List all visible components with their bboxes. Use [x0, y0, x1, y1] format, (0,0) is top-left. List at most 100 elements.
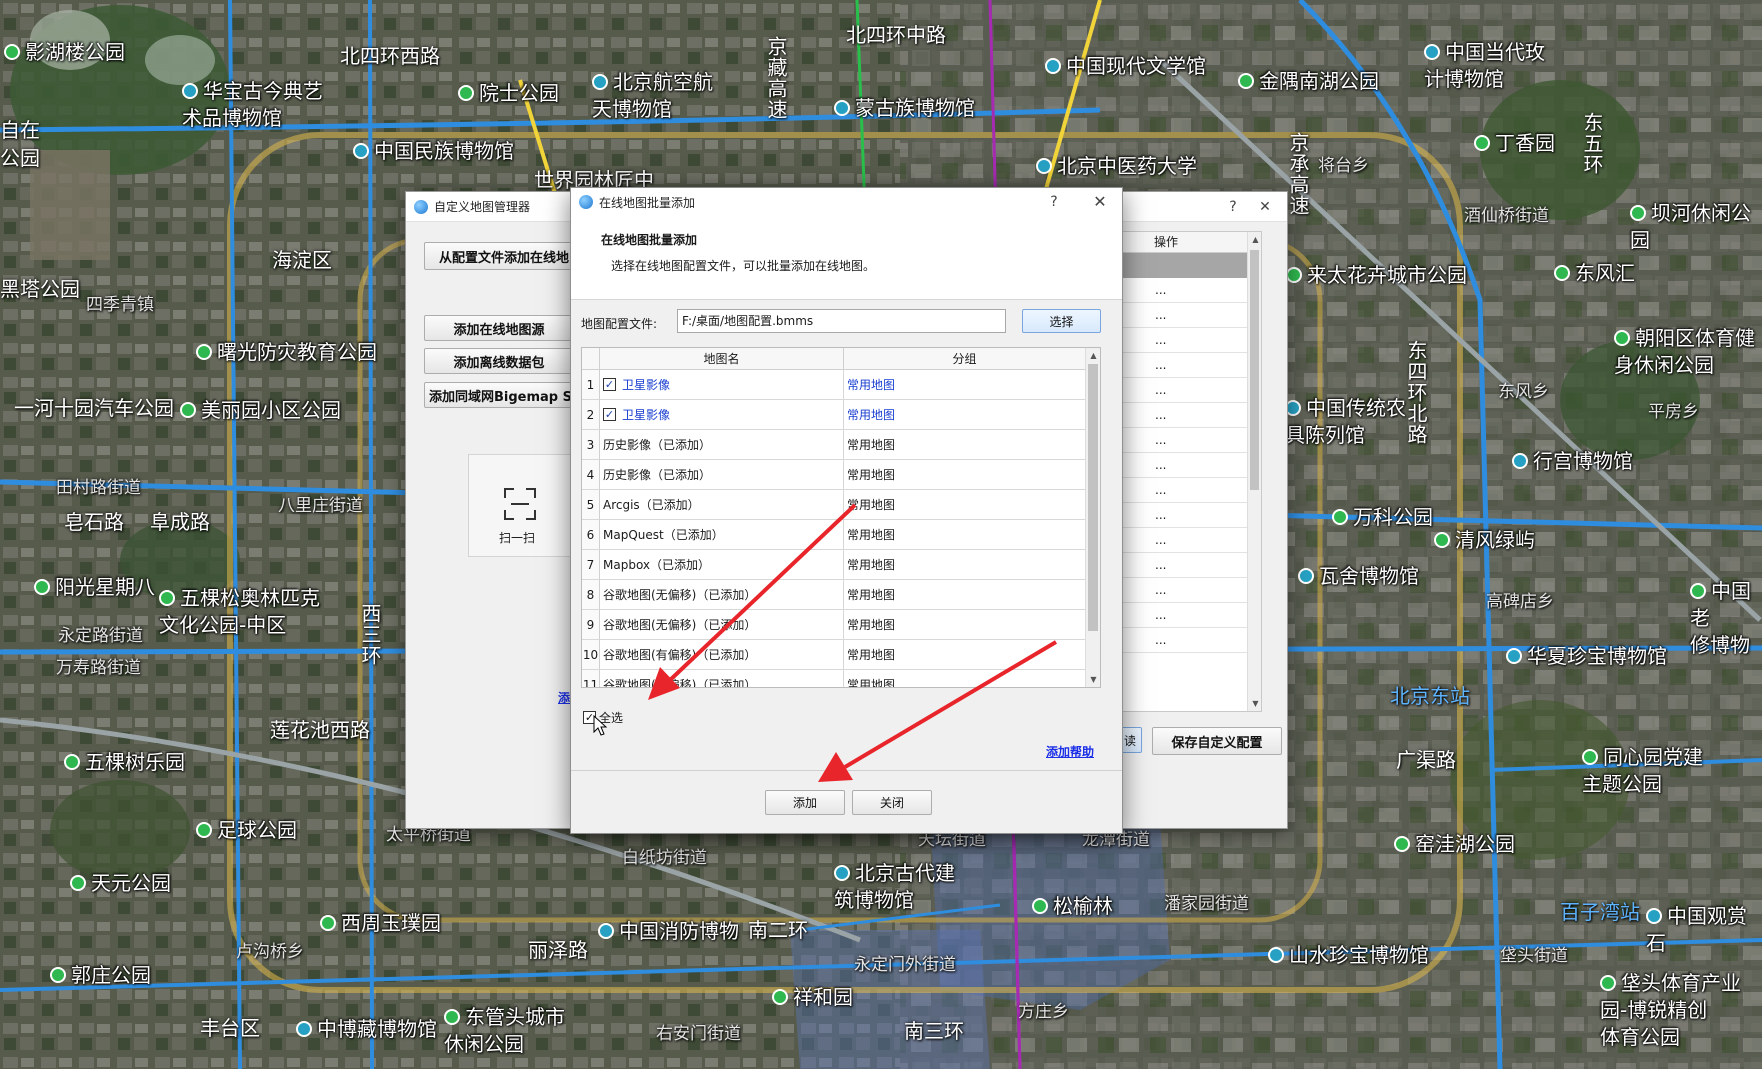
help-icon[interactable]: ?	[1040, 191, 1068, 213]
map-name-cell[interactable]: Mapbox（已添加）	[600, 550, 844, 579]
poi-label[interactable]: 窑洼湖公园	[1394, 831, 1515, 858]
poi-label[interactable]: 行宫博物馆	[1512, 448, 1633, 475]
poi-label[interactable]: 西周玉璞园	[320, 910, 441, 937]
poi-label[interactable]: 丁香园	[1474, 130, 1555, 157]
table-row[interactable]: ...	[1119, 353, 1261, 378]
poi-label[interactable]: 曙光防灾教育公园	[196, 339, 377, 366]
poi-label[interactable]: 坝河休闲公园	[1630, 200, 1762, 254]
table-scrollbar[interactable]: ▲ ▼	[1247, 232, 1261, 711]
table-row[interactable]: 8 谷歌地图(无偏移)（已添加） 常用地图	[582, 580, 1100, 610]
poi-label[interactable]: 祥和园	[772, 984, 853, 1011]
table-row[interactable]: 2 ✓ 卫星影像 常用地图	[582, 400, 1100, 430]
table-row[interactable]: ...	[1119, 378, 1261, 403]
poi-label[interactable]: 垡头体育产业 园-博锐精创 体育公园	[1600, 970, 1741, 1051]
poi-label[interactable]: 蒙古族博物馆	[834, 95, 975, 122]
row-options[interactable]: ...	[1155, 583, 1166, 597]
poi-label[interactable]: 北京古代建 筑博物馆	[834, 860, 955, 914]
poi-label[interactable]: 东管头城市 休闲公园	[444, 1004, 565, 1058]
poi-label[interactable]: 中国传统农 具陈列馆	[1285, 395, 1406, 449]
close-button[interactable]: 关闭	[852, 790, 932, 815]
table-row[interactable]: ...	[1119, 528, 1261, 553]
scan-panel[interactable]: 扫一扫	[468, 454, 574, 557]
row-options[interactable]: ...	[1155, 333, 1166, 347]
map-name-cell[interactable]: 历史影像（已添加）	[600, 430, 844, 459]
save-custom-config-button[interactable]: 保存自定义配置	[1152, 727, 1282, 755]
close-icon[interactable]: ✕	[1251, 196, 1279, 218]
row-options[interactable]: ...	[1155, 308, 1166, 322]
scroll-thumb[interactable]	[1088, 364, 1098, 631]
table-row[interactable]: ...	[1119, 503, 1261, 528]
poi-label[interactable]: 同心园党建 主题公园	[1582, 744, 1703, 798]
table-row[interactable]: 4 历史影像（已添加） 常用地图	[582, 460, 1100, 490]
table-row[interactable]: ...	[1119, 428, 1261, 453]
row-options[interactable]: ...	[1155, 283, 1166, 297]
add-button[interactable]: 添加	[765, 790, 845, 815]
help-icon[interactable]: ?	[1219, 196, 1247, 218]
add-offline-package-button[interactable]: 添加离线数据包	[424, 348, 574, 374]
row-options[interactable]: ...	[1155, 633, 1166, 647]
poi-label[interactable]: 郭庄公园	[50, 962, 151, 989]
add-online-source-button[interactable]: 添加在线地图源	[424, 315, 574, 341]
scroll-up-icon[interactable]: ▲	[1248, 232, 1263, 247]
table-row[interactable]: 3 历史影像（已添加） 常用地图	[582, 430, 1100, 460]
map-name-cell[interactable]: Arcgis（已添加）	[600, 490, 844, 519]
scroll-thumb[interactable]	[1250, 250, 1259, 490]
table-row[interactable]: 9 谷歌地图(无偏移)（已添加） 常用地图	[582, 610, 1100, 640]
poi-label[interactable]: 金隅南湖公园	[1238, 68, 1379, 95]
poi-label[interactable]: 足球公园	[196, 817, 297, 844]
table-row[interactable]: ...	[1119, 578, 1261, 603]
poi-label[interactable]: 中国民族博物馆	[353, 138, 514, 165]
poi-label[interactable]: 阳光星期八	[34, 574, 155, 601]
add-lan-bigemap-button[interactable]: 添加同域网Bigemap S	[424, 382, 574, 408]
row-options[interactable]: ...	[1155, 508, 1166, 522]
poi-label[interactable]: 天元公园	[70, 870, 171, 897]
poi-label[interactable]: 松榆林	[1032, 893, 1113, 920]
table-row[interactable]: ...	[1119, 453, 1261, 478]
poi-label[interactable]: 万科公园	[1332, 504, 1433, 531]
row-options[interactable]: ...	[1155, 458, 1166, 472]
poi-label[interactable]: 华夏珍宝博物馆	[1506, 643, 1667, 670]
poi-label[interactable]: 影湖楼公园	[4, 39, 125, 66]
row-options[interactable]: ...	[1155, 483, 1166, 497]
poi-label[interactable]: 中国当代玫 计博物馆	[1424, 39, 1545, 93]
config-file-input[interactable]: F:/桌面/地图配置.bmms	[677, 309, 1006, 333]
poi-label[interactable]: 北京中医药大学	[1036, 153, 1197, 180]
add-help-link[interactable]: 添加帮助	[1046, 743, 1094, 760]
row-options[interactable]: ...	[1155, 558, 1166, 572]
table-row[interactable]: ...	[1119, 478, 1261, 503]
poi-label[interactable]: 朝阳区体育健 身休闲公园	[1614, 325, 1755, 379]
poi-label[interactable]: 中博藏博物馆	[296, 1016, 437, 1043]
poi-label[interactable]: 中国现代文学馆	[1045, 53, 1206, 80]
row-options[interactable]: ...	[1155, 408, 1166, 422]
poi-label[interactable]: 华宝古今典艺 术品博物馆	[182, 78, 323, 132]
row-options[interactable]: ...	[1155, 433, 1166, 447]
add-from-config-button[interactable]: 从配置文件添加在线地	[424, 242, 574, 270]
row-options[interactable]: ...	[1155, 383, 1166, 397]
table-row[interactable]: 10 谷歌地图(有偏移)（已添加） 常用地图	[582, 640, 1100, 670]
scroll-down-icon[interactable]: ▼	[1248, 696, 1263, 711]
map-name-cell[interactable]: ✓ 卫星影像	[600, 400, 844, 429]
table-row[interactable]: ...	[1119, 278, 1261, 303]
poi-label[interactable]: 五棵树乐园	[64, 749, 185, 776]
scroll-up-icon[interactable]: ▲	[1086, 348, 1100, 363]
table-row[interactable]: ...	[1119, 628, 1261, 653]
poi-label[interactable]: 美丽园小区公园	[180, 397, 341, 424]
poi-label[interactable]: 清风绿屿	[1434, 527, 1535, 554]
close-icon[interactable]: ✕	[1086, 191, 1114, 213]
choose-file-button[interactable]: 选择	[1022, 309, 1101, 333]
poi-label[interactable]: 东风汇	[1554, 260, 1635, 287]
map-name-cell[interactable]: ✓ 卫星影像	[600, 370, 844, 399]
table-row[interactable]: ...	[1119, 403, 1261, 428]
poi-label[interactable]: 中国老 修博物	[1690, 578, 1762, 659]
map-name-cell[interactable]: 谷歌地图(无偏移)（已添加）	[600, 610, 844, 639]
poi-label[interactable]: 五棵松奥林匹克 文化公园-中区	[159, 585, 320, 639]
row-options[interactable]: ...	[1155, 608, 1166, 622]
row-options[interactable]: ...	[1155, 533, 1166, 547]
table-row[interactable]: ...	[1119, 553, 1261, 578]
scroll-down-icon[interactable]: ▼	[1086, 672, 1100, 687]
poi-label[interactable]: 山水珍宝博物馆	[1268, 942, 1429, 969]
row-checkbox[interactable]: ✓	[603, 408, 616, 421]
map-name-cell[interactable]: MapQuest（已添加）	[600, 520, 844, 549]
map-name-cell[interactable]: 历史影像（已添加）	[600, 460, 844, 489]
table-row[interactable]: ...	[1119, 603, 1261, 628]
